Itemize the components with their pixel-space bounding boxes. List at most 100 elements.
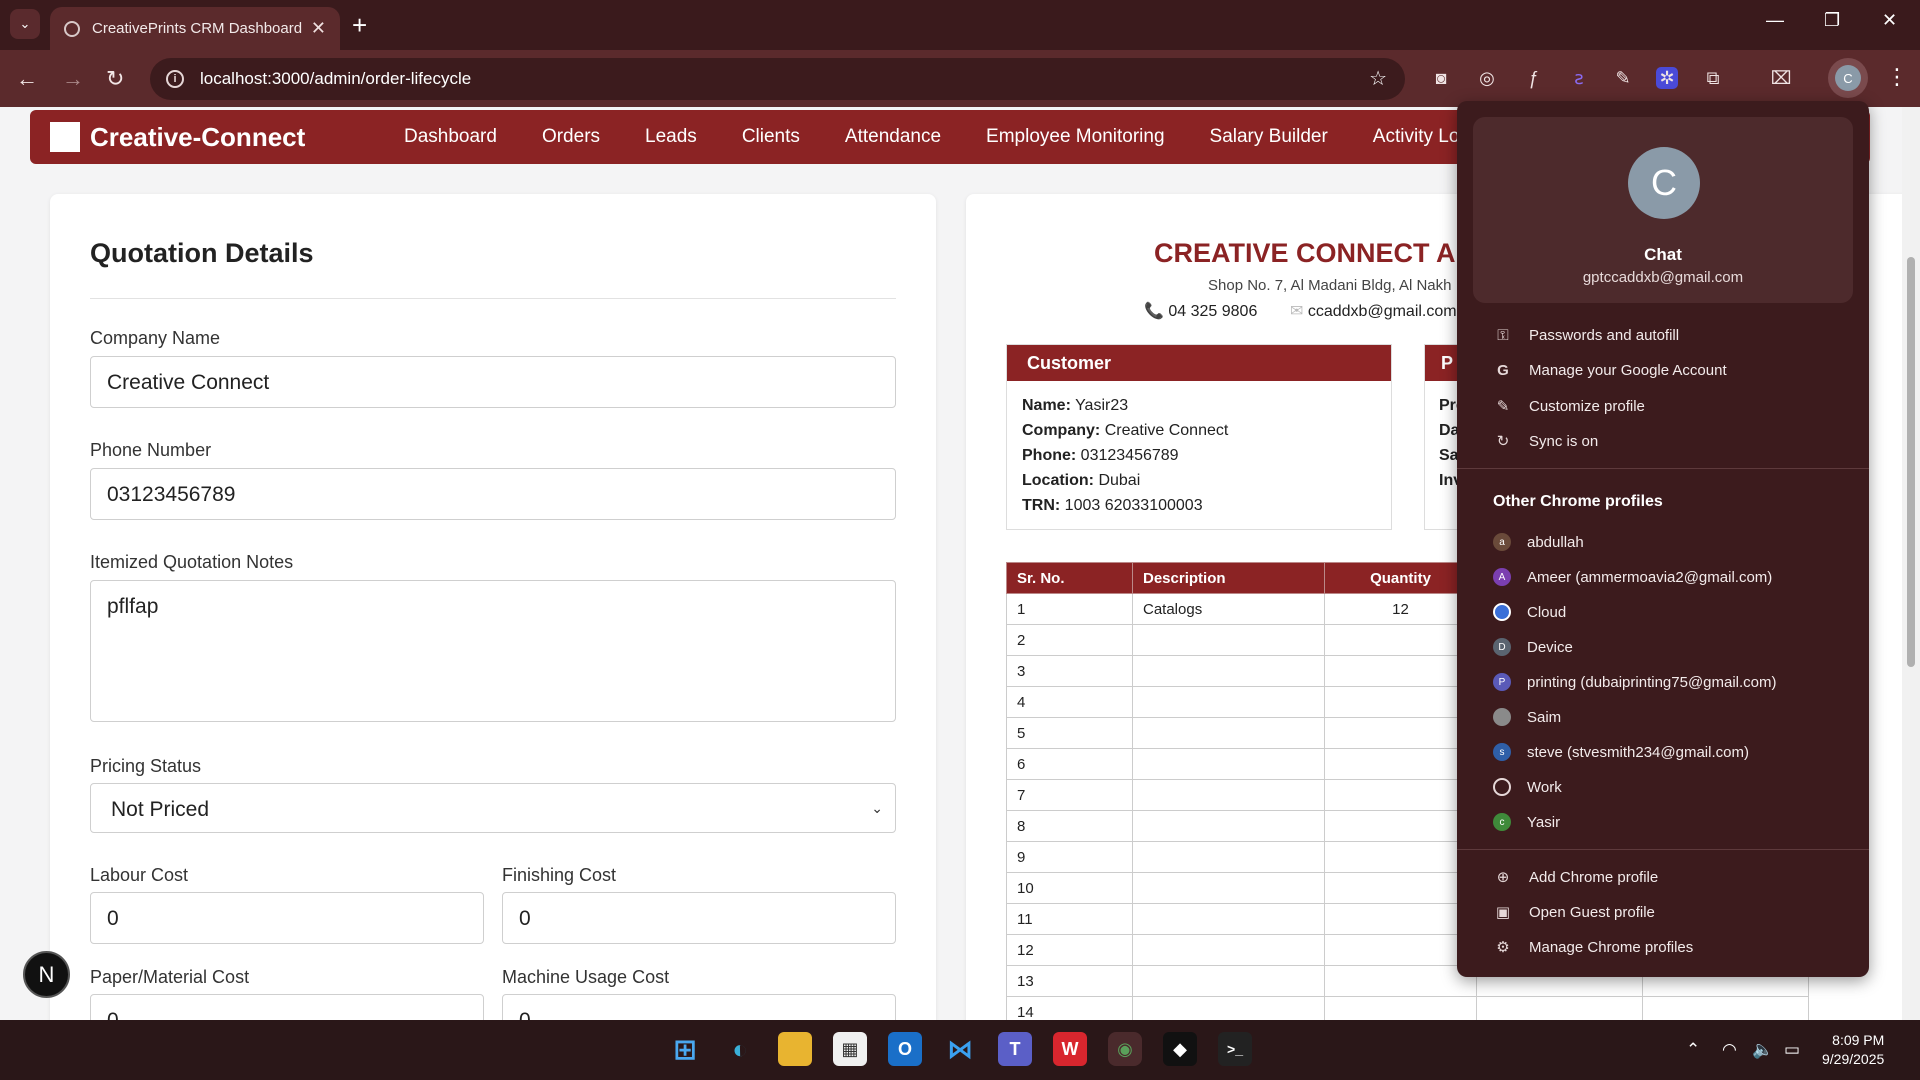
guest-profile-item[interactable]: ▣ Open Guest profile [1493, 903, 1655, 922]
cell-quantity [1324, 872, 1477, 904]
company-heading: CREATIVE CONNECT ADV [1154, 238, 1494, 268]
nav-employee-monitoring[interactable]: Employee Monitoring [986, 126, 1164, 148]
customize-profile-item[interactable]: ✎ Customize profile [1493, 397, 1645, 416]
sync-item[interactable]: ↻ Sync is on [1493, 432, 1599, 451]
notes-textarea[interactable]: pflfap [90, 580, 896, 722]
cell-sr-no: 3 [1006, 655, 1133, 687]
menu-divider [1457, 849, 1869, 850]
nav-clients[interactable]: Clients [742, 126, 800, 148]
paper-input[interactable]: 0 [90, 994, 484, 1020]
manage-profiles-icon: ⚙ [1496, 939, 1510, 956]
profile-item-yasir[interactable]: c Yasir [1493, 813, 1560, 831]
tray-chevron-icon[interactable]: ⌃ [1686, 1040, 1700, 1060]
profile-item-ameer[interactable]: A Ameer (ammermoavia2@gmail.com) [1493, 568, 1772, 586]
tab-search-icon[interactable]: ⌄ [10, 9, 40, 39]
nav-attendance[interactable]: Attendance [845, 126, 941, 148]
cell-description [1132, 748, 1325, 780]
wps-icon[interactable]: W [1053, 1032, 1087, 1066]
minimize-icon[interactable]: — [1766, 10, 1784, 31]
cell-description [1132, 841, 1325, 873]
profile-button[interactable]: C [1828, 58, 1868, 98]
profile-avatar: C [1835, 65, 1861, 91]
eyedropper-extension-icon[interactable]: ✎ [1612, 67, 1634, 89]
cell-quantity [1324, 748, 1477, 780]
nav-salary-builder[interactable]: Salary Builder [1210, 126, 1328, 148]
phone-label: Phone Number [90, 440, 212, 460]
compass-extension-icon[interactable]: ◎ [1476, 67, 1498, 89]
tab-close-icon[interactable]: ✕ [311, 18, 326, 39]
forward-icon[interactable]: → [62, 66, 84, 92]
brand-name[interactable]: Creative-Connect [90, 122, 305, 153]
outlook-icon[interactable]: O [888, 1032, 922, 1066]
add-profile-item[interactable]: ⊕ Add Chrome profile [1493, 868, 1659, 887]
page-scrollbar[interactable] [1902, 107, 1920, 1020]
s-extension-icon[interactable]: ꙅ [1568, 67, 1590, 89]
chrome-menu-icon[interactable]: ⋮ [1886, 64, 1908, 90]
file-explorer-icon[interactable] [778, 1032, 812, 1066]
company-input[interactable]: Creative Connect [90, 356, 896, 408]
nav-leads[interactable]: Leads [645, 126, 697, 148]
back-icon[interactable]: ← [16, 66, 38, 92]
profile-avatar-icon: P [1493, 673, 1511, 691]
profile-item-printing[interactable]: Pprinting (dubaiprinting75@gmail.com) [1493, 673, 1777, 691]
pricing-select[interactable]: Not Priced ⌄ [90, 783, 896, 833]
site-info-icon[interactable]: i [166, 70, 184, 88]
gear-extension-icon[interactable]: ✲ [1656, 67, 1678, 89]
store-icon[interactable]: ▦ [833, 1032, 867, 1066]
chrome-icon[interactable]: ◉ [1108, 1032, 1142, 1066]
cell-quantity [1324, 717, 1477, 749]
profile-item-saim[interactable]: Saim [1493, 708, 1561, 726]
profile-item-label: Work [1527, 778, 1562, 796]
profile-item-steve[interactable]: s steve (stvesmith234@gmail.com) [1493, 743, 1749, 761]
battery-icon[interactable]: ▭ [1784, 1040, 1800, 1060]
edge-icon[interactable]: ◐ [723, 1032, 757, 1066]
new-tab-button[interactable]: + [352, 10, 367, 41]
nav-orders[interactable]: Orders [542, 126, 600, 148]
vscode-icon[interactable]: ⋈ [943, 1032, 977, 1066]
restore-icon[interactable]: ❐ [1824, 10, 1840, 31]
system-clock[interactable]: 8:09 PM 9/29/2025 [1822, 1031, 1884, 1069]
photo-avatar-icon [1493, 708, 1511, 726]
profile-item-abdullah[interactable]: a abdullah [1493, 533, 1584, 551]
address-bar[interactable]: i localhost:3000/admin/order-lifecycle ☆ [150, 58, 1405, 100]
window-close-icon[interactable]: ✕ [1882, 10, 1897, 31]
profile-item-cloud[interactable]: Cloud [1493, 603, 1566, 621]
profile-item-device[interactable]: D Device [1493, 638, 1573, 656]
windows-start-icon[interactable]: ⊞ [668, 1032, 702, 1066]
cloud-avatar-icon [1493, 603, 1511, 621]
nav-activity-log[interactable]: Activity Log [1373, 126, 1470, 148]
clock-time: 8:09 PM [1832, 1032, 1885, 1048]
add-profile-label: Add Chrome profile [1529, 868, 1659, 886]
next-dev-badge[interactable]: N [23, 951, 70, 998]
cell-description [1132, 779, 1325, 811]
profile-item-label: printing (dubaiprinting75@gmail.com) [1527, 673, 1777, 691]
extensions-puzzle-icon[interactable]: ⧉ [1702, 67, 1724, 89]
browser-tab[interactable]: CreativePrints CRM Dashboard ✕ [50, 7, 340, 50]
volume-icon[interactable]: 🔈 [1752, 1040, 1773, 1060]
finishing-input[interactable]: 0 [502, 892, 896, 944]
taskbar: ⊞ ◐ ▦ O ⋈ T W ◉ ◆ >_ ⌃ ◠ 🔈 ▭ 8:09 PM 9/2… [0, 1020, 1920, 1080]
profile-menu: C Chat gptccaddxb@gmail.com ⚿ Passwords a… [1457, 101, 1869, 977]
app-icon[interactable]: ◆ [1163, 1032, 1197, 1066]
cell-sr-no: 13 [1006, 965, 1133, 997]
teams-icon[interactable]: T [998, 1032, 1032, 1066]
terminal-icon[interactable]: >_ [1218, 1032, 1252, 1066]
machine-input[interactable]: 0 [502, 994, 896, 1020]
cell-sr-no: 10 [1006, 872, 1133, 904]
scrollbar-thumb[interactable] [1907, 257, 1915, 667]
formula-extension-icon[interactable]: ƒ [1522, 67, 1544, 89]
phone-input[interactable]: 03123456789 [90, 468, 896, 520]
manage-profiles-item[interactable]: ⚙ Manage Chrome profiles [1493, 938, 1693, 957]
menu-divider [1457, 468, 1869, 469]
labour-input[interactable]: 0 [90, 892, 484, 944]
bookmark-star-icon[interactable]: ☆ [1369, 66, 1387, 91]
manage-google-account-item[interactable]: G Manage your Google Account [1493, 362, 1726, 379]
passwords-autofill-item[interactable]: ⚿ Passwords and autofill [1493, 327, 1679, 344]
wifi-icon[interactable]: ◠ [1722, 1040, 1737, 1060]
reload-icon[interactable]: ↻ [106, 66, 124, 92]
customer-phone: Phone: 03123456789 [1022, 447, 1179, 464]
camera-extension-icon[interactable]: ◙ [1430, 67, 1452, 89]
nav-dashboard[interactable]: Dashboard [404, 126, 497, 148]
screenshot-icon[interactable]: ⌧ [1770, 67, 1792, 89]
profile-item-work[interactable]: Work [1493, 778, 1562, 796]
